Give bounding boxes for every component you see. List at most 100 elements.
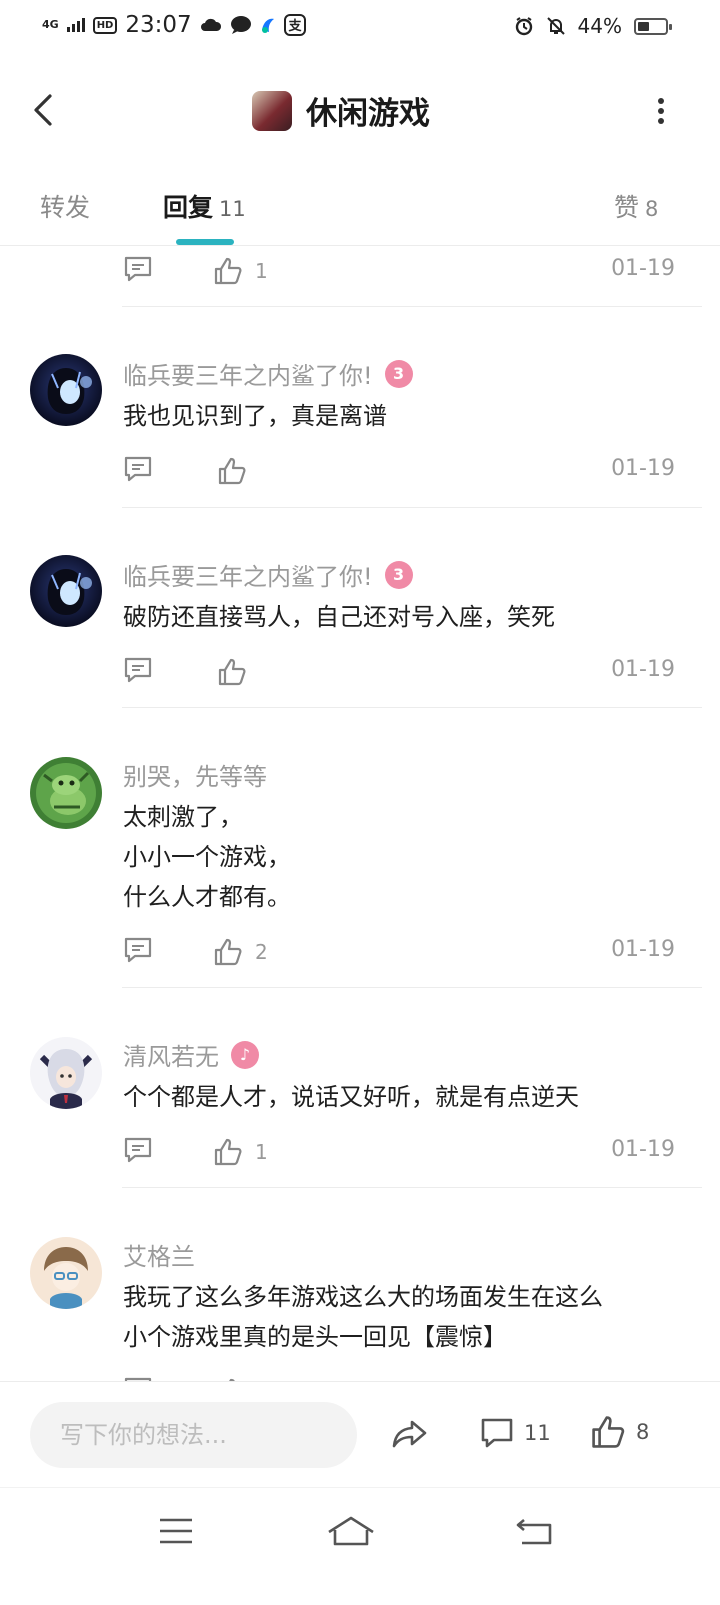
share-button[interactable] [390,1414,430,1454]
comment-icon [124,1137,152,1163]
home-button[interactable] [321,1512,381,1552]
tab-likes[interactable]: 赞8 [614,188,658,224]
avatar[interactable] [30,1237,102,1309]
comment-line: 我玩了这么多年游戏这么大的场面发生在这么 [123,1283,603,1311]
tab-indicator [176,239,234,245]
comment-icon [124,456,152,482]
comment-icon [124,657,152,683]
menu-button[interactable] [146,1512,206,1552]
reply-button[interactable] [123,454,157,488]
battery-icon [634,17,672,35]
network-type: 4G [42,18,59,31]
more-vertical-icon [658,98,664,104]
return-icon [516,1519,552,1545]
svg-text:支: 支 [287,18,302,34]
like-button[interactable] [217,655,259,689]
system-nav-bar [0,1487,720,1605]
like-button[interactable]: 2 [213,935,268,969]
topic-header[interactable]: 休闲游戏 [252,88,430,133]
like-count: 8 [636,1420,650,1444]
comment-actions: 1 01-19 [123,254,675,288]
comment-author[interactable]: 临兵要三年之内鲨了你! 3 [123,557,413,592]
comment-icon [124,256,152,282]
thumbs-up-icon [592,1416,625,1448]
reply-button[interactable] [123,254,157,288]
menu-icon [160,1518,192,1544]
battery-level [638,21,649,31]
level-badge-icon: 3 [384,359,413,388]
divider [122,987,702,988]
comment-list[interactable]: 1 01-19 临兵要三年之内鲨了你! 3 我也见识到了，真是离谱 01-19 临… [0,246,720,1381]
comment-actions: 01-19 [123,454,675,488]
avatar[interactable] [30,757,102,829]
more-dot [658,118,664,124]
status-bar: 4G HD 23:07 支 44% [0,0,720,56]
mute-bell-icon [546,17,565,35]
avatar[interactable] [30,555,102,627]
comment-actions: 2 01-19 [123,935,675,969]
like-button[interactable]: 1 [213,254,268,288]
avatar[interactable] [30,354,102,426]
comment-date: 01-19 [611,1137,675,1162]
like-count: 1 [255,1140,268,1164]
comment-body: 太刺激了， 小小一个游戏， 什么人才都有。 [123,797,291,917]
share-icon [392,1420,427,1448]
comment-icon [481,1418,513,1448]
reply-button[interactable] [123,655,157,689]
divider [122,306,702,307]
comment-actions: 01-19 [123,655,675,689]
tab-repost[interactable]: 转发 [40,188,90,224]
top-app-bar: 休闲游戏 [0,56,720,164]
chevron-left-icon [34,94,52,126]
tab-label: 转发 [40,193,91,222]
avatar[interactable] [30,1037,102,1109]
comment-body: 我玩了这么多年游戏这么大的场面发生在这么 小个游戏里真的是头一回见【震惊】 [123,1277,603,1357]
tab-count: 8 [645,197,659,221]
comment-author[interactable]: 别哭，先等等 [123,757,267,792]
chat-bubble-icon [230,16,251,34]
comment-input[interactable]: 写下你的想法... [30,1402,357,1468]
tab-label: 回复 [163,193,214,222]
tab-count: 11 [219,197,246,221]
signal-icon [66,18,85,32]
username: 临兵要三年之内鲨了你! [123,563,373,591]
reply-button[interactable] [123,1135,157,1169]
like-post-button[interactable]: 8 [590,1414,649,1450]
bottom-action-bar: 写下你的想法... 11 8 [0,1381,720,1487]
level-badge-icon: ♪ [231,1040,259,1069]
comment-count: 11 [524,1421,551,1445]
username: 清风若无 [123,1043,219,1071]
like-button[interactable]: 1 [213,1135,268,1169]
comment-date: 01-19 [611,657,675,682]
thumbs-up-icon [214,257,242,285]
tab-replies[interactable]: 回复 11 [163,188,246,224]
more-dot [658,108,664,114]
comment-icon [124,937,152,963]
like-button[interactable] [217,454,259,488]
comment-author[interactable]: 艾格兰 [123,1237,195,1272]
comments-button[interactable]: 11 [480,1416,551,1450]
like-count: 2 [255,940,268,964]
back-nav-button[interactable] [506,1512,566,1552]
divider [122,707,702,708]
thumbs-up-icon [214,1138,242,1166]
page-title: 休闲游戏 [306,96,430,132]
comment-date: 01-19 [611,256,675,281]
comment-line: 小小一个游戏， [123,843,291,871]
comment-date: 01-19 [611,937,675,962]
alipay-icon: 支 [283,14,306,36]
topic-avatar [252,90,292,131]
comment-author[interactable]: 清风若无 ♪ [123,1037,259,1072]
back-button[interactable] [26,88,66,132]
reply-button[interactable] [123,935,157,969]
comment-actions: 1 01-19 [123,1135,675,1169]
username: 临兵要三年之内鲨了你! [123,362,373,390]
thumbs-up-icon [218,457,246,485]
comment-body: 破防还直接骂人，自己还对号入座，笑死 [123,597,555,637]
more-options-button[interactable] [646,94,676,128]
comment-date: 01-19 [611,456,675,481]
comment-line: 个个都是人才，说话又好听，就是有点逆天 [123,1083,579,1111]
divider [122,507,702,508]
comment-author[interactable]: 临兵要三年之内鲨了你! 3 [123,356,413,391]
thumbs-up-icon [214,938,242,966]
